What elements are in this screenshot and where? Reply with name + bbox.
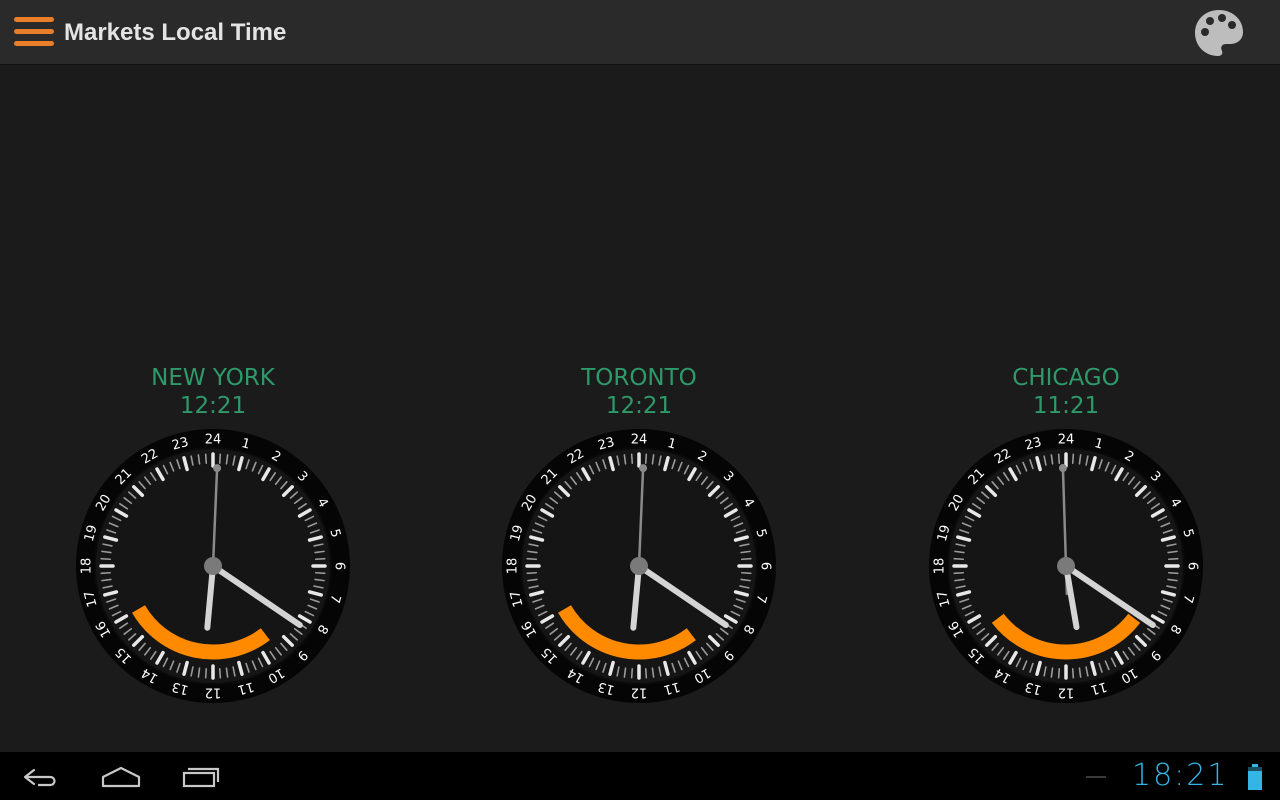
clock-grid[interactable]: 123456789101112131415161718192021222324 … — [0, 64, 1280, 752]
dial-hour-number: 12 — [205, 685, 222, 700]
menu-button[interactable] — [14, 16, 58, 50]
back-icon — [23, 768, 56, 787]
dial-tick — [953, 557, 965, 561]
dial-tick — [218, 667, 222, 679]
dial-tick — [100, 557, 112, 561]
hand-pivot — [204, 557, 222, 575]
app-window: 123456789101112131415161718192021222324 … — [0, 0, 1280, 800]
city-name: NEW YORK — [151, 365, 275, 391]
palette-icon — [1195, 10, 1243, 56]
dial-tick — [100, 571, 112, 575]
dial-tick — [1167, 557, 1179, 561]
dial-tick — [1071, 453, 1075, 465]
second-hand-tip — [639, 464, 648, 473]
city-time: 11:21 — [1032, 393, 1100, 419]
dial-hour-number: 18 — [80, 558, 95, 575]
dial-tick — [630, 667, 634, 679]
dial-hour-number: 24 — [631, 433, 648, 448]
dial-tick — [1057, 667, 1061, 679]
dial-tick — [314, 571, 326, 575]
dial-hour-number: 12 — [631, 685, 648, 700]
dial-tick — [740, 571, 752, 575]
battery-icon — [1248, 764, 1262, 790]
city-time: 12:21 — [605, 393, 673, 419]
recent-apps-icon — [182, 767, 220, 788]
dial-tick — [314, 557, 326, 561]
dial-tick — [1071, 667, 1075, 679]
app-title: Markets Local Time — [64, 19, 287, 46]
dial-hour-number: 12 — [1058, 685, 1075, 700]
dial-tick — [204, 667, 208, 679]
dial-tick — [1057, 453, 1061, 465]
dial-tick — [953, 571, 965, 575]
dial-tick — [644, 667, 648, 679]
dial-hour-number: 6 — [758, 562, 773, 570]
dial-tick — [218, 453, 222, 465]
home-button[interactable] — [92, 760, 152, 794]
dial-tick — [1167, 571, 1179, 575]
back-button[interactable] — [12, 760, 72, 794]
dial-hour-number: 6 — [1185, 562, 1200, 570]
dial-tick — [644, 453, 648, 465]
clock-dial[interactable]: 1 2 3 4 5 6 7 8 9 10 11 12 13 14 15 16 17 18 19 20 21 22 23 24 — [501, 428, 777, 704]
action-bar: Markets Local Time — [0, 0, 1280, 65]
city-name: CHICAGO — [1012, 365, 1120, 391]
palette-button[interactable] — [1192, 6, 1246, 60]
status-divider — [1086, 776, 1106, 778]
dial-tick — [740, 557, 752, 561]
hamburger-menu-icon — [14, 17, 54, 46]
home-icon — [101, 766, 141, 788]
dial-hour-number: 24 — [205, 433, 222, 448]
dial-hour-number: 18 — [506, 558, 521, 575]
city-name: TORONTO — [581, 365, 697, 391]
recent-apps-button[interactable] — [172, 760, 232, 794]
hand-pivot — [1057, 557, 1075, 575]
dial-hour-number: 18 — [933, 558, 948, 575]
hand-pivot — [630, 557, 648, 575]
second-hand-tip — [213, 464, 222, 473]
dial-tick — [526, 571, 538, 575]
dial-hour-number: 6 — [332, 562, 347, 570]
second-hand-tip — [1058, 464, 1067, 473]
dial-tick — [630, 453, 634, 465]
dial-tick — [204, 453, 208, 465]
city-time: 12:21 — [179, 393, 247, 419]
dial-tick — [526, 557, 538, 561]
clock-dial[interactable]: 1 2 3 4 5 6 7 8 9 10 11 12 13 14 15 16 17 18 19 20 21 22 23 24 — [928, 428, 1204, 704]
clock-dial[interactable]: 1 2 3 4 5 6 7 8 9 10 11 12 13 14 15 16 17 18 19 20 21 22 23 24 — [75, 428, 351, 704]
dial-hour-number: 24 — [1058, 433, 1075, 448]
status-clock: 18:21 — [1132, 758, 1229, 793]
